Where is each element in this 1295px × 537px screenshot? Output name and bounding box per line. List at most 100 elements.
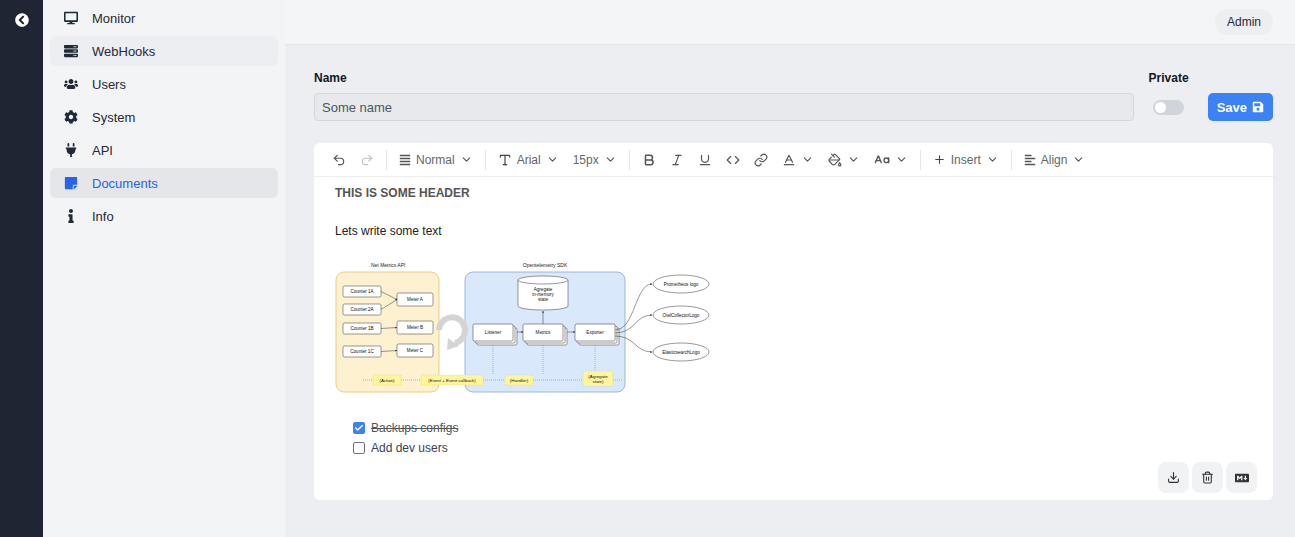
delete-button[interactable] [1192, 462, 1223, 493]
editor-actions [314, 462, 1273, 500]
italic-button[interactable] [664, 149, 690, 171]
svg-text:Prometheus logo: Prometheus logo [664, 282, 699, 287]
markdown-button[interactable] [1226, 462, 1257, 493]
diagram-group: Opentelemetry SDK [465, 262, 625, 392]
svg-text:(Action): (Action) [379, 378, 395, 383]
app: MonitorWebHooksUsersSystemAPIDocumentsIn… [0, 0, 1295, 537]
svg-text:.Net Metrics API: .Net Metrics API [370, 262, 406, 268]
bold-button[interactable] [636, 149, 662, 171]
font-color-icon [782, 153, 796, 167]
editor-body[interactable]: THIS IS SOME HEADER Lets write some text.… [314, 177, 1273, 462]
check-icon [354, 423, 364, 433]
document-paragraph: Lets write some text [335, 223, 442, 239]
diagram-stage: Exporter [575, 324, 619, 374]
diagram-flow-step: (Handler) [505, 375, 533, 385]
user-menu[interactable]: Admin [1215, 9, 1273, 35]
font-size-dropdown[interactable]: 15px [567, 149, 623, 171]
sidebar-item[interactable]: System [50, 102, 278, 132]
plus-icon [933, 153, 946, 166]
name-input[interactable] [314, 93, 1134, 121]
svg-text:Listener: Listener [485, 330, 502, 335]
sidebar-item[interactable]: WebHooks [50, 36, 278, 66]
diagram-counter: Counter 2A [343, 300, 397, 316]
undo-button[interactable] [326, 149, 352, 171]
checkbox[interactable] [353, 442, 365, 454]
font-family-dropdown[interactable]: Arial [492, 149, 565, 171]
editor-card: Normal Arial15px Insert Align THIS IS SOME H… [314, 143, 1273, 500]
toolbar-divider [920, 150, 921, 170]
svg-text:OtelCollectorLogo: OtelCollectorLogo [663, 313, 700, 318]
svg-text:ElasticsearchLogo: ElasticsearchLogo [662, 350, 700, 355]
toolbar-divider [386, 150, 387, 170]
toolbar: Normal Arial15px Insert Align [314, 143, 1273, 177]
code-button[interactable] [720, 149, 746, 171]
background-color-dropdown[interactable] [822, 149, 866, 171]
paragraph-icon [399, 154, 411, 166]
name-label: Name [314, 71, 1134, 85]
svg-text:Counter 1C: Counter 1C [350, 349, 374, 354]
svg-text:(Event + Event callback): (Event + Event callback) [428, 378, 476, 383]
sidebar-item[interactable]: Info [50, 201, 278, 231]
save-button[interactable]: Save [1208, 93, 1273, 121]
server-icon [64, 44, 78, 58]
svg-text:Counter 1B: Counter 1B [350, 326, 373, 331]
align-left-icon [1024, 154, 1036, 166]
diagram-stage: Listener [473, 324, 517, 374]
toolbar-divider [629, 150, 630, 170]
block-type-dropdown[interactable]: Normal [393, 149, 479, 171]
chevron-down-icon [460, 153, 473, 166]
sidebar-item[interactable]: Documents [50, 168, 278, 198]
underline-icon [698, 153, 712, 167]
collapse-button[interactable] [14, 12, 30, 28]
chevron-down-icon [847, 153, 860, 166]
document-heading: THIS IS SOME HEADER [335, 185, 470, 201]
chevron-down-icon [801, 153, 814, 166]
svg-text:state): state) [593, 379, 605, 384]
rail [0, 0, 43, 537]
name-field: Name [314, 71, 1134, 121]
italic-icon [670, 153, 684, 167]
underline-button[interactable] [692, 149, 718, 171]
toggle-knob [1155, 102, 1166, 113]
svg-text:Metrics: Metrics [536, 330, 552, 335]
text-case-dropdown[interactable] [868, 148, 914, 172]
checklist-label: Backups configs [371, 421, 458, 435]
chevron-down-icon [895, 153, 908, 166]
diagram-flow-step: (Action) [373, 375, 401, 385]
svg-text:state: state [538, 297, 548, 302]
bold-icon [642, 153, 656, 167]
svg-text:(Handler): (Handler) [510, 378, 529, 383]
gear-icon [64, 110, 78, 124]
private-field: Private [1149, 71, 1189, 121]
download-icon [1167, 471, 1180, 484]
chevron-left-icon [15, 13, 29, 27]
svg-text:Counter 1A: Counter 1A [350, 289, 374, 294]
checkbox[interactable] [353, 422, 365, 434]
markdown-icon [1235, 471, 1249, 485]
private-toggle[interactable] [1153, 100, 1184, 115]
download-button[interactable] [1158, 462, 1189, 493]
sidebar-item[interactable]: API [50, 135, 278, 165]
redo-icon [360, 153, 374, 167]
users-icon [64, 77, 78, 91]
sidebar-item[interactable]: Users [50, 69, 278, 99]
link-button[interactable] [748, 149, 774, 171]
sidebar-item[interactable]: Monitor [50, 3, 278, 33]
link-icon [754, 153, 768, 167]
monitor-icon [64, 11, 78, 25]
insert-dropdown[interactable]: Insert [927, 149, 1005, 171]
private-label: Private [1149, 71, 1189, 85]
cycle-arrow-icon [439, 317, 465, 343]
diagram-flow-step: (Agregatestate) [583, 371, 613, 386]
align-dropdown[interactable]: Align [1018, 149, 1092, 171]
architecture-diagram: .Net Metrics API Opentelemetry SDK Counter… [335, 260, 715, 394]
checklist-item: Backups configs [353, 418, 458, 438]
trash-icon [1201, 471, 1214, 484]
floppy-disk-icon [1252, 101, 1264, 113]
font-color-dropdown[interactable] [776, 149, 820, 171]
svg-text:Meter B: Meter B [407, 325, 423, 330]
toolbar-divider [485, 150, 486, 170]
diagram-counter: Counter 1C [343, 346, 397, 357]
diagram-target: ElasticsearchLogo [615, 336, 709, 361]
redo-button[interactable] [354, 149, 380, 171]
